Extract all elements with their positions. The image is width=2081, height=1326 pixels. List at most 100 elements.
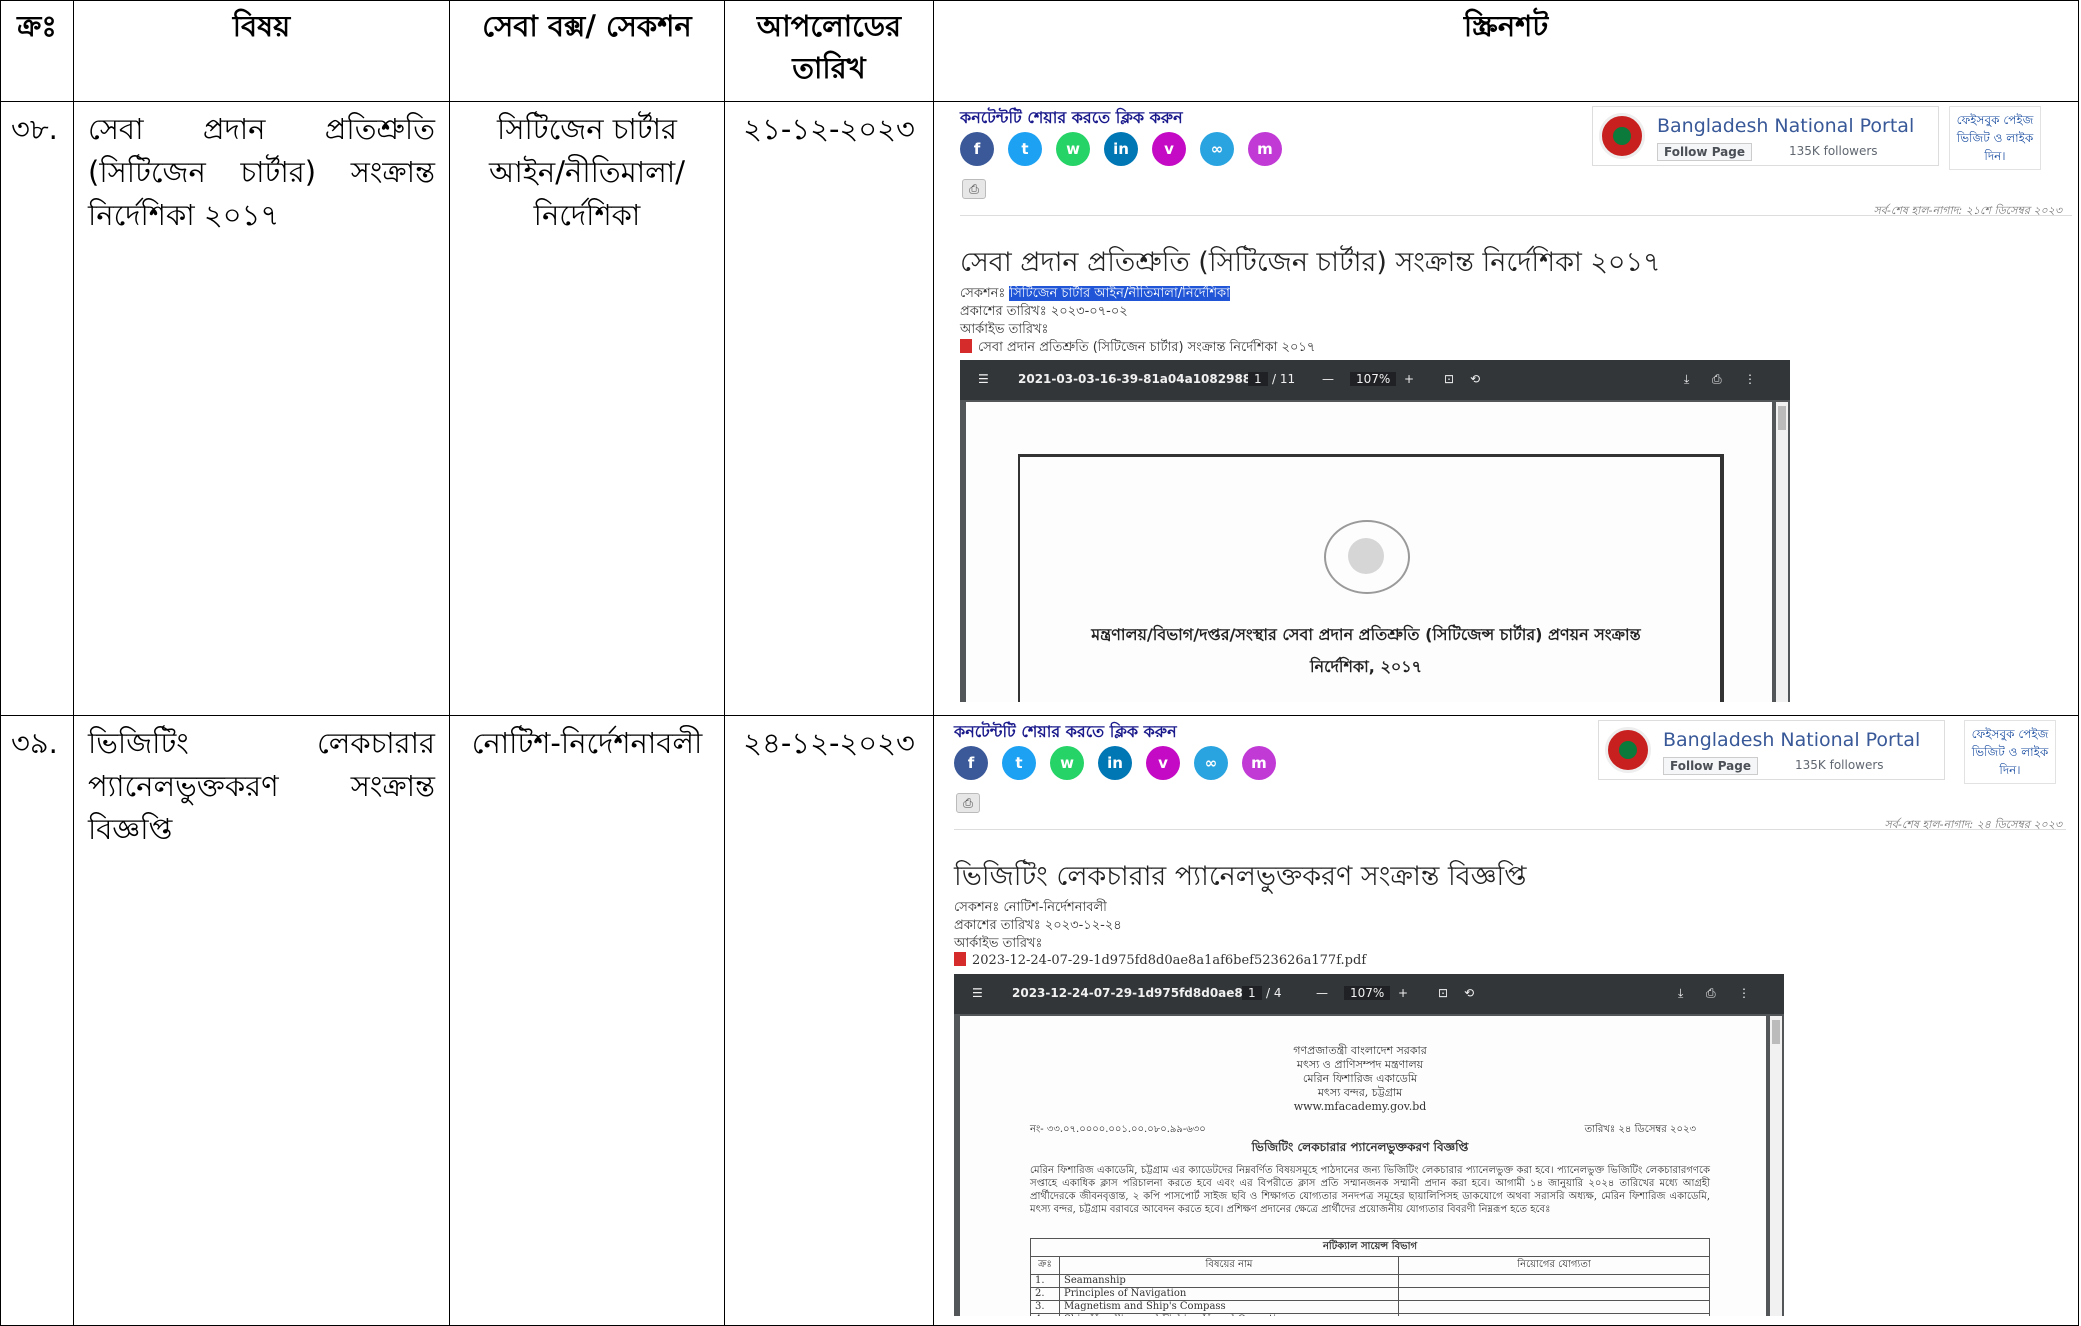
- doc-table-cell: 4.: [1030, 1313, 1060, 1316]
- attachment-name[interactable]: 2023-12-24-07-29-1d975fd8d0ae8a1af6bef52…: [972, 953, 1366, 968]
- viber-icon[interactable]: v: [1152, 132, 1186, 166]
- doc-table-cell: 2.: [1030, 1287, 1060, 1301]
- doc-table-header: নিয়োগের যোগ্যতা: [1398, 1256, 1710, 1275]
- whatsapp-icon[interactable]: w: [1050, 746, 1084, 780]
- page-count: / 4: [1266, 986, 1282, 1000]
- header-date-line2: তারিখ: [792, 51, 866, 85]
- linkedin-icon[interactable]: in: [1098, 746, 1132, 780]
- pdf-filename: 2023-12-24-07-29-1d975fd8d0ae8...: [1012, 986, 1257, 1000]
- page-number-input[interactable]: 1: [1248, 372, 1268, 386]
- link-icon[interactable]: ∞: [1200, 132, 1234, 166]
- page-number-input[interactable]: 1: [1242, 986, 1262, 1000]
- attachment-name[interactable]: সেবা প্রদান প্রতিশ্রুতি (সিটিজেন চার্টার…: [978, 340, 1315, 355]
- header-date-line1: আপলোডের: [756, 9, 902, 43]
- pdf-viewer[interactable]: ☰ 2023-12-24-07-29-1d975fd8d0ae8... 1 / …: [954, 974, 1784, 1316]
- portal-screenshot: কনটেন্টটি শেয়ার করতে ক্লিক করুন f t w in v ∞…: [935, 717, 2075, 1316]
- row-section: নোটিশ-নির্দেশনাবলী: [449, 715, 725, 1326]
- facebook-cta[interactable]: ফেইসবুক পেইজ ভিজিট ও লাইক দিন।: [1949, 106, 2041, 170]
- zoom-out-icon[interactable]: —: [1316, 986, 1328, 1000]
- header-upload-date: আপলোডের তারিখ: [724, 0, 934, 102]
- doc-table-row: 1. Seamanship: [1030, 1274, 1710, 1288]
- zoom-in-icon[interactable]: +: [1398, 986, 1408, 1000]
- print-icon[interactable]: ⎙: [1712, 372, 1722, 387]
- section-link[interactable]: নোটিশ-নির্দেশনাবলী: [1003, 900, 1106, 915]
- pdf-viewer[interactable]: ☰ 2021-03-03-16-39-81a04a1082988... 1 / …: [960, 360, 1790, 702]
- doc-ministry: মৎস্য ও প্রাণিসম্পদ মন্ত্রণালয়: [1296, 1058, 1424, 1071]
- row-section: সিটিজেন চার্টার আইন/নীতিমালা/ নির্দেশিকা: [449, 101, 725, 716]
- scrollbar[interactable]: [1770, 1016, 1782, 1316]
- row-serial: ৩৮.: [0, 101, 74, 716]
- pdf-filename: 2021-03-03-16-39-81a04a1082988...: [1018, 372, 1265, 386]
- whatsapp-icon[interactable]: w: [1056, 132, 1090, 166]
- doc-table-cell: [1398, 1300, 1710, 1314]
- doc-memo: নং- ৩৩.০৭.০০০০.০০১.০০.০৮০.৯৯-৬৩০: [1030, 1124, 1206, 1135]
- print-icon[interactable]: ⎙: [1706, 986, 1716, 1001]
- row-screenshot: কনটেন্টটি শেয়ার করতে ক্লিক করুন f t w in v ∞…: [933, 715, 2079, 1326]
- section-label: সেকশনঃ: [954, 900, 1000, 915]
- facebook-page-name[interactable]: Bangladesh National Portal: [1663, 729, 1920, 751]
- share-buttons: f t w in v ∞ m: [960, 132, 1282, 166]
- facebook-cta[interactable]: ফেইসবুক পেইজ ভিজিট ও লাইক দিন।: [1964, 720, 2056, 784]
- link-icon[interactable]: ∞: [1194, 746, 1228, 780]
- facebook-widget[interactable]: Bangladesh National Portal Follow Page 1…: [1598, 720, 1945, 780]
- messenger-icon[interactable]: m: [1242, 746, 1276, 780]
- zoom-in-icon[interactable]: +: [1404, 372, 1414, 386]
- scrollbar-thumb[interactable]: [1778, 406, 1786, 430]
- doc-body: মেরিন ফিশারিজ একাডেমি, চট্টগ্রাম এর ক্যা…: [1030, 1165, 1710, 1215]
- follow-page-button[interactable]: Follow Page: [1663, 757, 1758, 775]
- doc-table-header: বিষয়ের নাম: [1059, 1256, 1399, 1275]
- more-icon[interactable]: ⋮: [1744, 372, 1756, 386]
- zoom-out-icon[interactable]: —: [1322, 372, 1334, 386]
- divider: [960, 215, 2072, 216]
- row-subject: ভিজিটিং লেকচারার প্যানেলভুক্তকরণ সংক্রান…: [73, 715, 450, 1326]
- download-icon[interactable]: ⤓: [1678, 986, 1683, 1001]
- facebook-icon[interactable]: f: [960, 132, 994, 166]
- doc-address: মৎস্য বন্দর, চট্টগ্রাম: [1317, 1086, 1403, 1099]
- doc-table-cell: 3.: [1030, 1300, 1060, 1314]
- follow-page-button[interactable]: Follow Page: [1657, 143, 1752, 161]
- section-link[interactable]: সিটিজেন চার্টার আইন/নীতিমালা/নির্দেশিকা: [1009, 286, 1230, 301]
- rotate-icon[interactable]: ⟲: [1464, 986, 1474, 1000]
- scrollbar[interactable]: [1776, 402, 1788, 702]
- viber-icon[interactable]: v: [1146, 746, 1180, 780]
- download-icon[interactable]: ⤓: [1684, 372, 1689, 387]
- doc-heading: ভিজিটিং লেকচারার প্যানেলভুক্তকরণ বিজ্ঞপ্…: [1251, 1140, 1469, 1154]
- fit-page-icon[interactable]: ⊡: [1444, 372, 1454, 386]
- more-icon[interactable]: ⋮: [1738, 986, 1750, 1000]
- facebook-page-name[interactable]: Bangladesh National Portal: [1657, 115, 1914, 137]
- print-icon[interactable]: ⎙: [956, 793, 980, 813]
- section-label: সেকশনঃ: [960, 286, 1006, 301]
- row-section-line: সিটিজেন চার্টার: [497, 112, 677, 146]
- rotate-icon[interactable]: ⟲: [1470, 372, 1480, 386]
- doc-date: তারিখঃ ২৪ ডিসেম্বর ২০২৩: [1584, 1124, 1696, 1135]
- divider: [954, 829, 2066, 830]
- scrollbar-thumb[interactable]: [1772, 1020, 1780, 1044]
- pdf-page-content: মন্ত্রণালয়/বিভাগ/দপ্তর/সংস্থার সেবা প্র…: [966, 402, 1772, 702]
- messenger-icon[interactable]: m: [1248, 132, 1282, 166]
- facebook-followers: 135K followers: [1789, 144, 1878, 158]
- twitter-icon[interactable]: t: [1008, 132, 1042, 166]
- facebook-icon[interactable]: f: [954, 746, 988, 780]
- zoom-level[interactable]: 107%: [1350, 372, 1397, 386]
- page-count: / 11: [1272, 372, 1296, 386]
- row-subject: সেবা প্রদান প্রতিশ্রুতি (সিটিজেন চার্টার…: [73, 101, 450, 716]
- print-icon[interactable]: ⎙: [962, 179, 986, 199]
- menu-icon[interactable]: ☰: [972, 986, 983, 1000]
- pdf-toolbar: ☰ 2023-12-24-07-29-1d975fd8d0ae8... 1 / …: [954, 974, 1784, 1014]
- doc-academy: মেরিন ফিশারিজ একাডেমি: [1302, 1072, 1418, 1085]
- attachment-link[interactable]: সেবা প্রদান প্রতিশ্রুতি (সিটিজেন চার্টার…: [960, 338, 1315, 359]
- facebook-widget[interactable]: Bangladesh National Portal Follow Page 1…: [1592, 106, 1939, 166]
- table-row: ৩৮. সেবা প্রদান প্রতিশ্রুতি (সিটিজেন চার…: [0, 101, 2079, 716]
- header-section: সেবা বক্স/ সেকশন: [449, 0, 725, 102]
- doc-table-cell: [1398, 1313, 1710, 1316]
- doc-website: www.mfacademy.gov.bd: [1293, 1100, 1427, 1113]
- twitter-icon[interactable]: t: [1002, 746, 1036, 780]
- share-title: কনটেন্টটি শেয়ার করতে ক্লিক করুন: [960, 108, 1183, 127]
- zoom-level[interactable]: 107%: [1344, 986, 1391, 1000]
- linkedin-icon[interactable]: in: [1104, 132, 1138, 166]
- attachment-link[interactable]: 2023-12-24-07-29-1d975fd8d0ae8a1af6bef52…: [954, 952, 1366, 968]
- bangladesh-portal-logo: [1605, 727, 1651, 773]
- fit-page-icon[interactable]: ⊡: [1438, 986, 1448, 1000]
- menu-icon[interactable]: ☰: [978, 372, 989, 386]
- pdf-page-content: গণপ্রজাতন্ত্রী বাংলাদেশ সরকার মৎস্য ও প্…: [960, 1016, 1766, 1316]
